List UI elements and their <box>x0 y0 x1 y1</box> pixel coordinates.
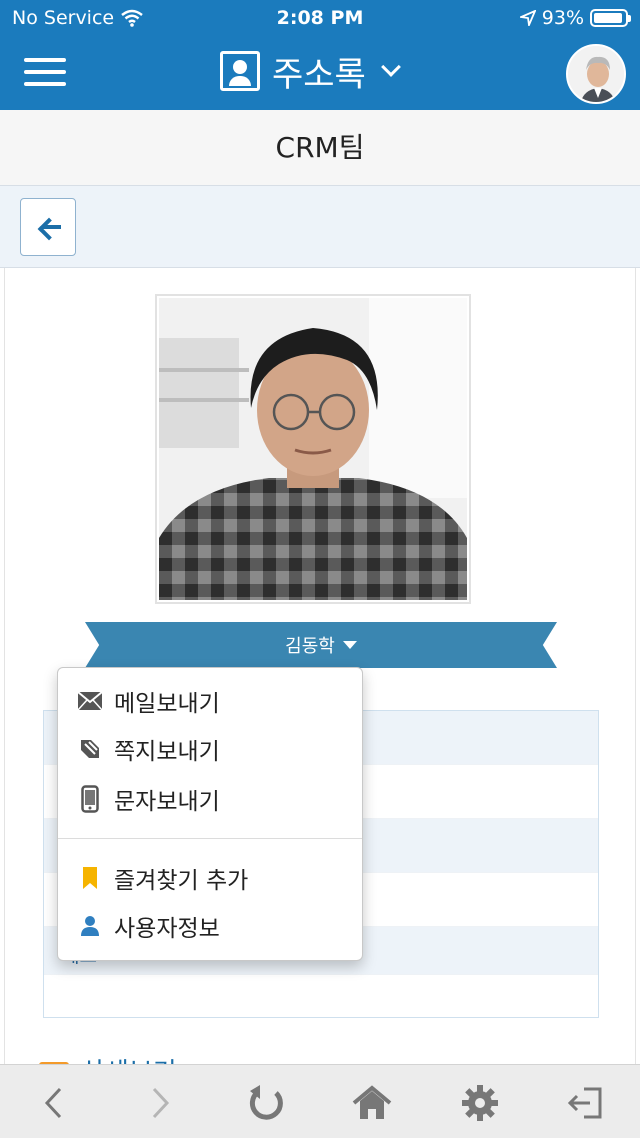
toolbar <box>0 186 640 268</box>
app-title-label: 주소록 <box>272 54 366 95</box>
menu-item-send-mail[interactable]: 메일보내기 <box>58 678 362 724</box>
caret-down-icon <box>342 641 357 649</box>
gear-icon[interactable] <box>458 1081 502 1125</box>
back-button[interactable] <box>20 198 76 256</box>
profile-photo <box>155 294 471 604</box>
back-arrow-icon[interactable] <box>32 1081 76 1125</box>
profile-name: 김동학 <box>285 636 335 657</box>
app-header: No Service 2:08 PM 93% 주소록 <box>0 0 640 110</box>
location-arrow-icon <box>519 10 536 26</box>
menu-item-label: 문자보내기 <box>114 789 220 815</box>
menu-item-send-sms[interactable]: 문자보내기 <box>58 776 362 822</box>
battery-fill <box>594 13 622 23</box>
note-icon <box>76 736 104 762</box>
envelope-icon <box>76 688 104 714</box>
menu-item-label: 메일보내기 <box>114 691 220 717</box>
forward-arrow-icon[interactable] <box>138 1081 182 1125</box>
menu-item-label: 사용자정보 <box>114 916 220 942</box>
app-title-button[interactable]: 주소록 <box>220 46 401 96</box>
contact-action-menu: 메일보내기 쪽지보내기 문자보내기 즐겨찾기 추가 사용자정보 <box>57 667 363 961</box>
chevron-down-icon <box>380 57 401 77</box>
status-right: 93% <box>519 7 631 29</box>
hamburger-icon[interactable] <box>24 58 66 86</box>
battery-icon <box>590 9 631 27</box>
menu-divider <box>58 838 362 839</box>
address-book-icon <box>220 51 260 91</box>
mobile-phone-icon <box>76 785 104 813</box>
home-icon[interactable] <box>350 1081 394 1125</box>
reload-icon[interactable] <box>244 1081 288 1125</box>
menu-item-label: 즐겨찾기 추가 <box>114 868 249 894</box>
profile-name-ribbon[interactable]: 김동학 <box>85 622 557 668</box>
menu-item-add-bookmark[interactable]: 즐겨찾기 추가 <box>58 855 362 901</box>
avatar[interactable] <box>566 44 626 104</box>
team-name: CRM팀 <box>0 110 640 186</box>
menu-item-user-info[interactable]: 사용자정보 <box>58 903 362 949</box>
logout-icon[interactable] <box>564 1081 608 1125</box>
menu-item-send-note[interactable]: 쪽지보내기 <box>58 726 362 772</box>
status-bar: No Service 2:08 PM 93% <box>0 0 640 36</box>
bookmark-icon <box>76 865 104 891</box>
battery-percent: 93% <box>541 7 584 29</box>
bottom-nav <box>0 1064 640 1138</box>
menu-item-label: 쪽지보내기 <box>114 739 220 765</box>
user-icon <box>76 913 104 939</box>
